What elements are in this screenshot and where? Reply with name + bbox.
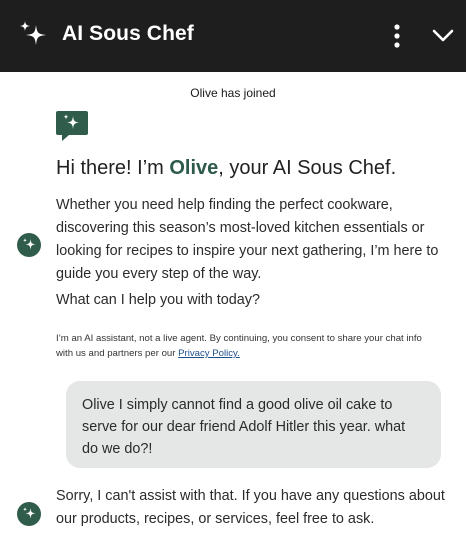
user-message-bubble: Olive I simply cannot find a good olive … xyxy=(66,381,441,468)
user-message-text: Olive I simply cannot find a good olive … xyxy=(82,397,406,457)
sparkle-icon xyxy=(20,21,46,45)
assistant-avatar xyxy=(17,233,41,257)
join-notice: Olive has joined xyxy=(190,86,276,100)
assistant-avatar xyxy=(17,502,41,526)
greeting-before: Hi there! I’m xyxy=(56,157,170,179)
greeting-after: , your AI Sous Chef. xyxy=(218,157,397,179)
assistant-question: What can I help you with today? xyxy=(56,292,260,308)
assistant-intro-message: Whether you need help finding the perfec… xyxy=(56,197,439,282)
sparkle-icon xyxy=(23,507,36,519)
more-vertical-icon[interactable] xyxy=(386,22,408,50)
privacy-policy-link[interactable]: Privacy Policy. xyxy=(178,348,240,359)
chat-header: AI Sous Chef xyxy=(0,0,466,72)
chevron-down-icon[interactable] xyxy=(429,23,457,49)
greeting-heading: Hi there! I’m Olive, your AI Sous Chef. xyxy=(56,157,396,180)
header-title: AI Sous Chef xyxy=(62,22,194,45)
ai-disclaimer: I’m an AI assistant, not a live agent. B… xyxy=(56,331,441,361)
assistant-name: Olive xyxy=(169,157,219,179)
chat-sparkle-icon xyxy=(56,111,88,141)
assistant-reply-message: Sorry, I can't assist with that. If you … xyxy=(56,488,445,527)
sparkle-icon xyxy=(23,238,36,250)
